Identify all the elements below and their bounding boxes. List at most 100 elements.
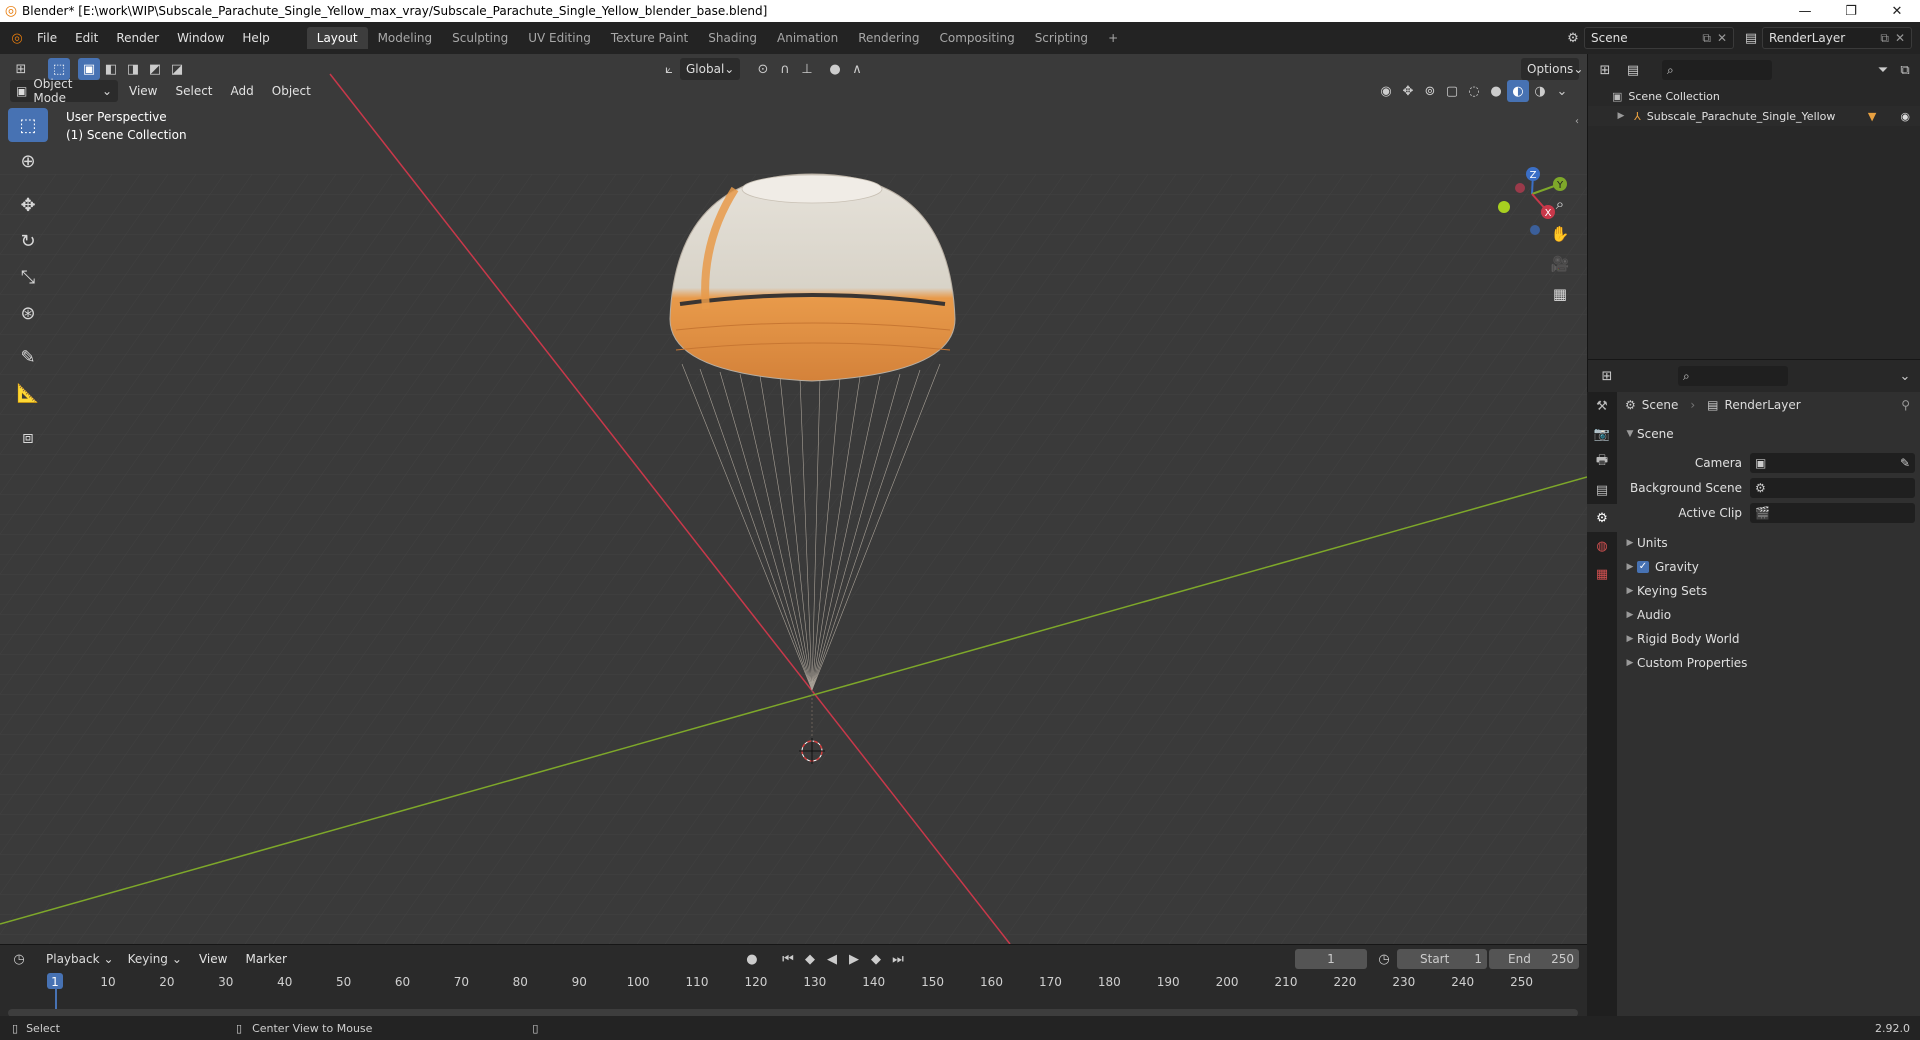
tab-rendering[interactable]: Rendering xyxy=(848,27,929,49)
rigid-body-world-panel-header[interactable]: ▶ Rigid Body World xyxy=(1617,627,1920,651)
expand-arrow-icon[interactable]: ▶ xyxy=(1623,634,1637,644)
display-mode-icon[interactable]: ▤ xyxy=(1622,59,1644,81)
expand-arrow-icon[interactable]: ▶ xyxy=(1623,538,1637,548)
viewport-menu-view[interactable]: View xyxy=(120,80,166,102)
outliner-search-input[interactable]: ⌕ xyxy=(1662,60,1772,80)
delete-scene-icon[interactable]: ✕ xyxy=(1717,31,1727,45)
select-difference-icon[interactable]: ◩ xyxy=(144,58,166,80)
object-mode-dropdown[interactable]: ▣ Object Mode ⌄ xyxy=(10,77,118,105)
transform-tool-icon[interactable]: ⊛ xyxy=(8,296,48,330)
view-layer-icon[interactable]: ▤ xyxy=(1740,27,1762,49)
collapse-arrow-icon[interactable]: ▼ xyxy=(1623,429,1637,439)
add-cube-tool-icon[interactable]: ⧈ xyxy=(8,420,48,454)
select-intersect-icon[interactable]: ◪ xyxy=(166,58,188,80)
menu-render[interactable]: Render xyxy=(107,27,168,49)
expand-arrow-icon[interactable]: ▶ xyxy=(1623,610,1637,620)
view-layer-tab-icon[interactable]: ▤ xyxy=(1587,476,1617,504)
ortho-toggle-icon[interactable]: ▦ xyxy=(1546,280,1574,308)
viewport-menu-object[interactable]: Object xyxy=(263,80,320,102)
camera-field[interactable]: ▣ ✎ xyxy=(1750,452,1915,473)
tool-tab-icon[interactable]: ⚒ xyxy=(1587,392,1617,420)
world-tab-icon[interactable]: ◍ xyxy=(1587,532,1617,560)
shading-wireframe-icon[interactable]: ◌ xyxy=(1463,80,1485,102)
render-tab-icon[interactable]: 📷 xyxy=(1587,420,1617,448)
xray-toggle-icon[interactable]: ▢ xyxy=(1441,80,1463,102)
copy-scene-icon[interactable]: ⧉ xyxy=(1702,31,1711,46)
editor-type-icon[interactable]: ⊞ xyxy=(10,58,32,80)
outliner-editor-icon[interactable]: ⊞ xyxy=(1594,59,1616,81)
delete-layer-icon[interactable]: ✕ xyxy=(1895,31,1905,45)
select-subtract-icon[interactable]: ◨ xyxy=(122,58,144,80)
move-tool-icon[interactable]: ✥ xyxy=(8,188,48,222)
viewport-menu-add[interactable]: Add xyxy=(222,80,263,102)
expand-arrow-icon[interactable]: ▶ xyxy=(1623,658,1637,668)
3d-viewport[interactable]: Z Y X xyxy=(0,54,1587,944)
audio-panel-header[interactable]: ▶ Audio xyxy=(1617,603,1920,627)
proportional-falloff-icon[interactable]: ∧ xyxy=(846,58,868,80)
transform-orientation-dropdown[interactable]: Global ⌄ xyxy=(680,58,740,80)
shading-material-icon[interactable]: ◐ xyxy=(1507,80,1529,102)
zoom-icon[interactable]: ⌕ xyxy=(1546,190,1574,218)
new-collection-icon[interactable]: ⧉ xyxy=(1894,59,1916,81)
scene-name-field[interactable]: Scene ⧉ ✕ xyxy=(1584,27,1734,49)
shading-options-icon[interactable]: ⌄ xyxy=(1551,80,1573,102)
outliner-row-object[interactable]: ▶ ⅄ Subscale_Parachute_Single_Yellow ▼ ◉ xyxy=(1588,106,1920,126)
visibility-eye-icon[interactable]: ◉ xyxy=(1900,110,1910,123)
timeline-ruler[interactable]: 1 10 20 30 40 50 60 70 80 90 100 110 120 130 140 150 160… xyxy=(0,945,1587,1017)
transform-orientation-icon[interactable]: ⟀ xyxy=(658,58,680,80)
tab-compositing[interactable]: Compositing xyxy=(929,27,1024,49)
properties-editor-icon[interactable]: ⊞ xyxy=(1596,365,1618,387)
background-scene-field[interactable]: ⚙ xyxy=(1750,477,1915,498)
gravity-checkbox[interactable]: ✓ xyxy=(1637,561,1649,573)
tab-texture-paint[interactable]: Texture Paint xyxy=(601,27,698,49)
menu-window[interactable]: Window xyxy=(168,27,233,49)
shading-rendered-icon[interactable]: ◑ xyxy=(1529,80,1551,102)
snap-magnet-icon[interactable]: ∩ xyxy=(774,58,796,80)
output-tab-icon[interactable]: 🖶 xyxy=(1587,448,1617,476)
visibility-eye-icon[interactable]: ◉ xyxy=(1375,80,1397,102)
scene-panel-header[interactable]: ▼ Scene xyxy=(1617,422,1920,446)
gravity-panel-header[interactable]: ▶ ✓ Gravity xyxy=(1617,555,1920,579)
chevron-down-icon[interactable]: ⌄ xyxy=(1894,365,1916,387)
pin-icon[interactable]: ⚲ xyxy=(1901,398,1910,412)
shading-solid-icon[interactable]: ● xyxy=(1485,80,1507,102)
pan-hand-icon[interactable]: ✋ xyxy=(1546,220,1574,248)
annotate-tool-icon[interactable]: ✎ xyxy=(8,340,48,374)
tab-animation[interactable]: Animation xyxy=(767,27,848,49)
add-workspace-button[interactable]: + xyxy=(1098,27,1128,49)
custom-properties-panel-header[interactable]: ▶ Custom Properties xyxy=(1617,651,1920,675)
menu-file[interactable]: File xyxy=(28,27,66,49)
tab-scripting[interactable]: Scripting xyxy=(1025,27,1098,49)
scene-selector-icon[interactable]: ⚙ xyxy=(1562,27,1584,49)
overlay-toggle-icon[interactable]: ⊚ xyxy=(1419,80,1441,102)
maximize-button[interactable]: ❐ xyxy=(1828,0,1874,22)
options-dropdown[interactable]: Options ⌄ xyxy=(1521,58,1583,80)
active-clip-field[interactable]: 🎬 xyxy=(1750,502,1915,523)
scale-tool-icon[interactable]: ⤡ xyxy=(8,260,48,294)
select-tool-icon[interactable]: ⬚ xyxy=(8,108,48,142)
select-extend-icon[interactable]: ◧ xyxy=(100,58,122,80)
gizmo-toggle-icon[interactable]: ✥ xyxy=(1397,80,1419,102)
sidebar-toggle-icon[interactable]: ‹ xyxy=(1575,116,1579,127)
tab-layout[interactable]: Layout xyxy=(306,27,368,49)
copy-layer-icon[interactable]: ⧉ xyxy=(1880,31,1889,46)
render-layer-field[interactable]: RenderLayer ⧉ ✕ xyxy=(1762,27,1912,49)
proportional-editing-icon[interactable]: ● xyxy=(824,58,846,80)
close-button[interactable]: ✕ xyxy=(1874,0,1920,22)
eyedropper-icon[interactable]: ✎ xyxy=(1900,456,1910,470)
outliner-row-scene-collection[interactable]: ▣ Scene Collection xyxy=(1588,86,1920,106)
menu-edit[interactable]: Edit xyxy=(66,27,107,49)
menu-help[interactable]: Help xyxy=(233,27,278,49)
scene-tab-icon[interactable]: ⚙ xyxy=(1587,504,1617,532)
units-panel-header[interactable]: ▶ Units xyxy=(1617,531,1920,555)
rotate-tool-icon[interactable]: ↻ xyxy=(8,224,48,258)
expand-arrow-icon[interactable]: ▶ xyxy=(1623,586,1637,596)
camera-view-icon[interactable]: 🎥 xyxy=(1546,250,1574,278)
snap-target-icon[interactable]: ⊥ xyxy=(796,58,818,80)
blender-menu-icon[interactable]: ◎ xyxy=(6,27,28,49)
expand-arrow-icon[interactable]: ▶ xyxy=(1614,111,1628,121)
tab-uv-editing[interactable]: UV Editing xyxy=(518,27,601,49)
properties-search-input[interactable]: ⌕ xyxy=(1678,366,1788,386)
cursor-tool-icon[interactable]: ⊕ xyxy=(8,144,48,178)
filter-icon[interactable]: ⏷ xyxy=(1872,59,1894,81)
